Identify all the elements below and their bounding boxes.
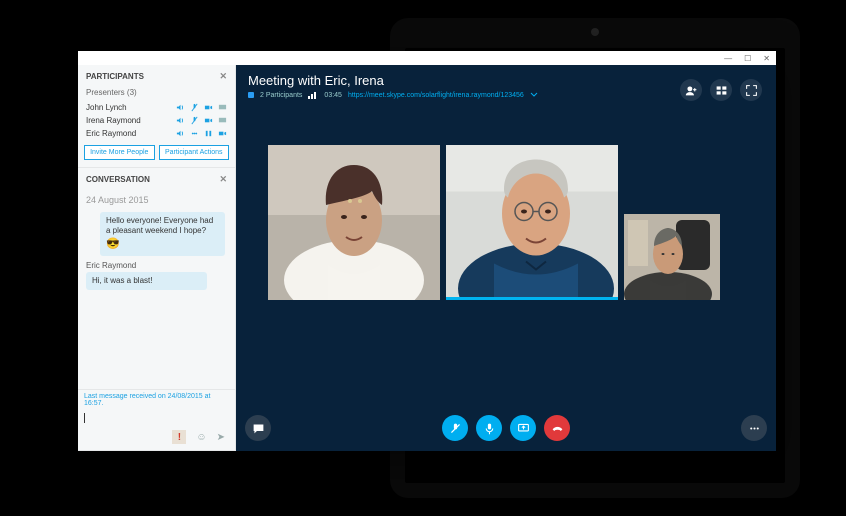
present-button[interactable] <box>510 415 536 441</box>
chat-message-text: Hi, it was a blast! <box>92 276 152 285</box>
layout-button[interactable] <box>710 79 732 101</box>
high-importance-icon[interactable]: ! <box>172 430 186 444</box>
conversation-panel: CONVERSATION ✕ 24 August 2015 Hello ever… <box>78 168 235 451</box>
video-icon[interactable] <box>218 129 227 138</box>
video-tile-self[interactable] <box>624 214 720 300</box>
conversation-date: 24 August 2015 <box>78 191 235 209</box>
minimize-button[interactable]: — <box>724 54 732 63</box>
screen-icon[interactable] <box>218 103 227 112</box>
video-icon[interactable] <box>204 116 213 125</box>
video-stage: Meeting with Eric, Irena 2 Participants … <box>236 65 776 451</box>
emoji-sunglasses-icon: 😎 <box>106 238 219 252</box>
presenter-name: John Lynch <box>86 103 127 112</box>
presenter-row: John Lynch <box>78 101 235 114</box>
mute-mic-button[interactable] <box>442 415 468 441</box>
invite-more-people-button[interactable]: Invite More People <box>84 145 155 160</box>
speaker-icon[interactable] <box>176 103 185 112</box>
dropdown-chevron-icon[interactable] <box>530 91 538 99</box>
participant-actions-button[interactable]: Participant Actions <box>159 145 230 160</box>
mic-muted-icon[interactable] <box>190 116 199 125</box>
more-options-button[interactable] <box>741 415 767 441</box>
chat-input[interactable] <box>78 410 235 426</box>
presenter-name: Irena Raymond <box>86 116 141 125</box>
presenter-row: Irena Raymond <box>78 114 235 127</box>
chat-message-incoming: Hi, it was a blast! <box>86 272 207 290</box>
last-message-timestamp: Last message received on 24/08/2015 at 1… <box>78 389 235 410</box>
presenters-label: Presenters (3) <box>78 88 235 101</box>
participants-count: 2 Participants <box>260 92 302 99</box>
meeting-link[interactable]: https://meet.skype.com/solarflight/irena… <box>348 92 524 99</box>
hangup-button[interactable] <box>544 415 570 441</box>
chat-toggle-button[interactable] <box>245 415 271 441</box>
participants-close-icon[interactable]: ✕ <box>219 71 227 82</box>
sidebar: PARTICIPANTS ✕ Presenters (3) John Lynch… <box>78 65 236 451</box>
send-icon[interactable]: ➤ <box>217 432 225 443</box>
pause-icon[interactable] <box>204 129 213 138</box>
call-duration: 03:45 <box>324 92 342 99</box>
chat-message-text: Hello everyone! Everyone had a pleasant … <box>106 216 213 235</box>
chat-indicator-icon[interactable] <box>190 129 199 138</box>
fullscreen-button[interactable] <box>740 79 762 101</box>
chat-message-sender: Eric Raymond <box>78 259 235 271</box>
maximize-button[interactable]: ☐ <box>744 54 751 63</box>
screen-icon[interactable] <box>218 116 227 125</box>
window-titlebar: — ☐ ✕ <box>78 51 776 65</box>
emoji-picker-icon[interactable]: ☺ <box>196 432 206 443</box>
conversation-close-icon[interactable]: ✕ <box>219 174 227 185</box>
app-window: — ☐ ✕ PARTICIPANTS ✕ Presenters (3) John… <box>78 51 776 451</box>
add-participant-button[interactable] <box>680 79 702 101</box>
signal-icon <box>308 91 318 99</box>
mic-button[interactable] <box>476 415 502 441</box>
participants-title: PARTICIPANTS <box>86 72 144 81</box>
mic-muted-icon[interactable] <box>190 103 199 112</box>
speaker-icon[interactable] <box>176 116 185 125</box>
chat-message-outgoing: Hello everyone! Everyone had a pleasant … <box>100 212 225 256</box>
video-tile-participant-2[interactable] <box>446 145 618 300</box>
video-icon[interactable] <box>204 103 213 112</box>
device-camera-dot <box>591 28 599 36</box>
speaker-icon[interactable] <box>176 129 185 138</box>
presence-indicator-icon <box>248 92 254 98</box>
presenter-name: Eric Raymond <box>86 129 136 138</box>
participants-panel: PARTICIPANTS ✕ Presenters (3) John Lynch… <box>78 65 235 168</box>
close-button[interactable]: ✕ <box>763 54 770 63</box>
video-tile-participant-1[interactable] <box>268 145 440 300</box>
presenter-row: Eric Raymond <box>78 127 235 140</box>
conversation-title: CONVERSATION <box>86 175 150 184</box>
